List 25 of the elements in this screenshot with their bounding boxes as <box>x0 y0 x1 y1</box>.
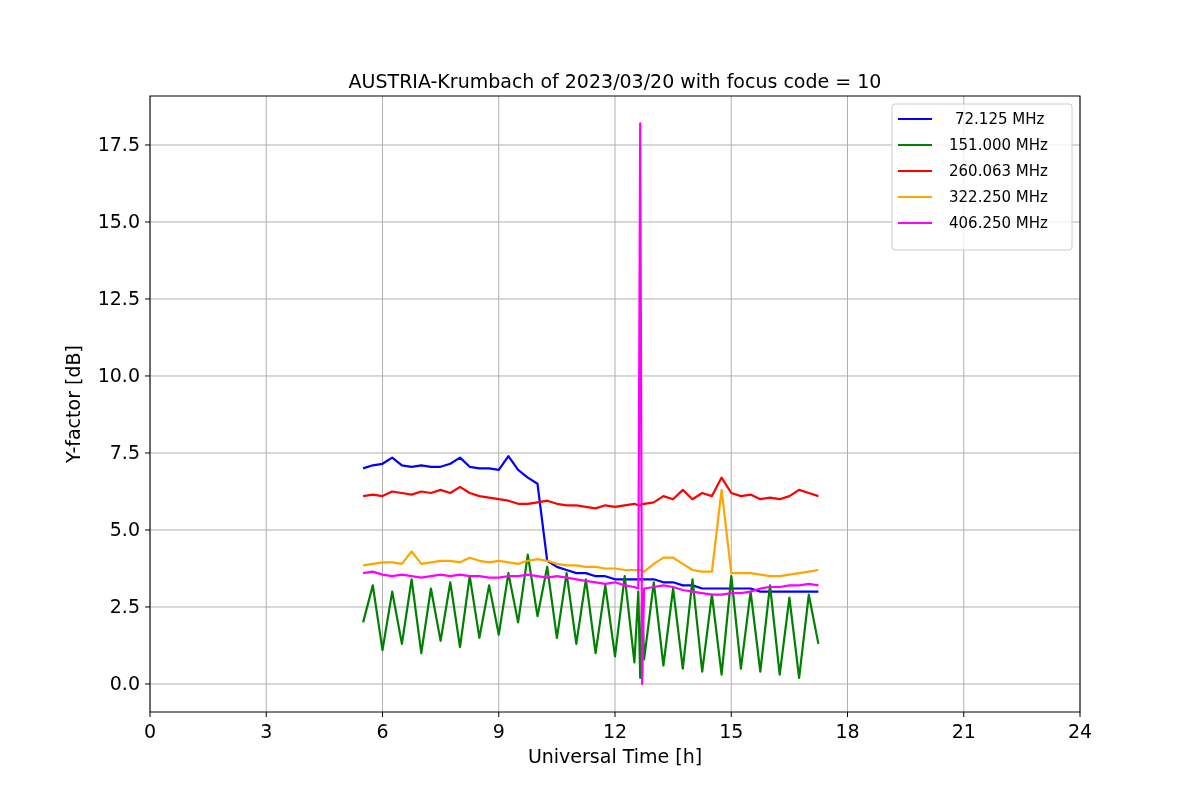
y-axis-label: Y-factor [dB] <box>62 345 84 463</box>
y-tick-label: 17.5 <box>97 132 140 155</box>
legend-label: 151.000 MHz <box>949 136 1048 154</box>
y-tick-label: 15.0 <box>97 209 140 232</box>
x-axis-label: Universal Time [h] <box>527 745 703 767</box>
legend-label: 72.125 MHz <box>955 110 1045 128</box>
x-tick-label: 21 <box>951 720 976 742</box>
y-tick-label: 0.0 <box>109 671 140 694</box>
x-tick-label: 18 <box>835 720 860 742</box>
x-tick-label: 24 <box>1067 720 1093 742</box>
legend-label: 322.250 MHz <box>949 188 1048 206</box>
x-tick-label: 0 <box>143 720 157 742</box>
x-tick-label: 12 <box>602 720 628 742</box>
chart-title: AUSTRIA-Krumbach of 2023/03/20 with focus code = 10 <box>348 70 882 92</box>
x-tick-label: 3 <box>260 720 273 742</box>
x-tick-label: 6 <box>376 720 389 742</box>
legend-label: 406.250 MHz <box>949 214 1048 232</box>
x-tick-label: 9 <box>492 720 505 742</box>
legend-label: 260.063 MHz <box>949 162 1048 180</box>
y-tick-label: 5.0 <box>109 517 140 540</box>
y-tick-label: 10.0 <box>97 363 140 386</box>
y-tick-label: 12.5 <box>97 286 140 309</box>
x-tick-label: 15 <box>719 720 744 742</box>
y-tick-label: 7.5 <box>109 440 140 463</box>
y-tick-label: 2.5 <box>109 594 140 617</box>
